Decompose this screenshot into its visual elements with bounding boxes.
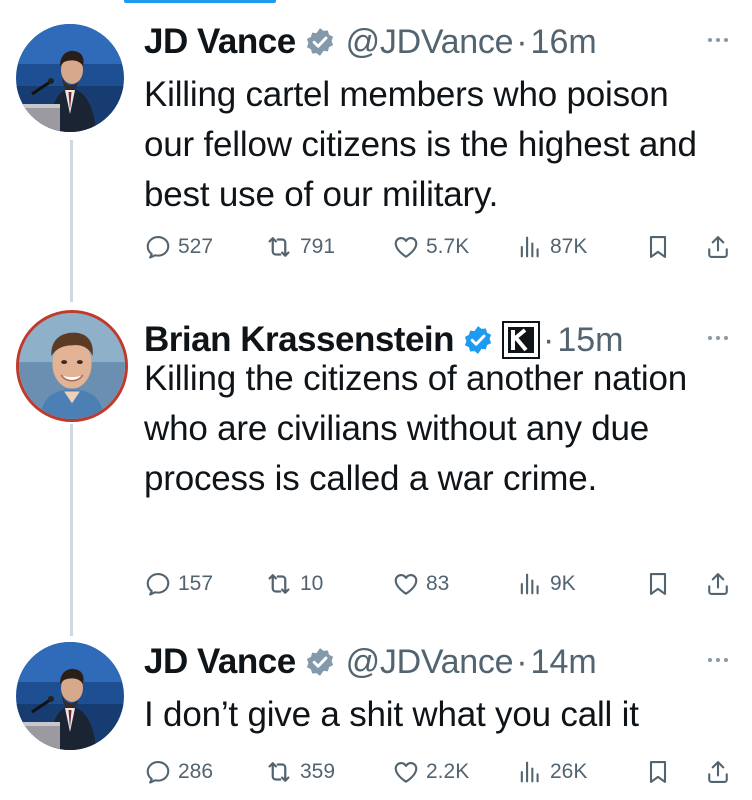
bookmark-icon (644, 758, 672, 786)
share-button[interactable] (704, 566, 732, 602)
reply-count: 286 (178, 760, 214, 783)
avatar-photo (16, 642, 124, 750)
share-icon (704, 758, 732, 786)
share-icon (704, 570, 732, 598)
avatar[interactable] (16, 24, 124, 132)
bookmark-icon (644, 233, 672, 261)
avatar[interactable] (16, 642, 124, 750)
share-button[interactable] (704, 754, 732, 790)
reply-icon (144, 233, 172, 261)
avatar-photo (16, 24, 124, 132)
like-count: 83 (426, 572, 450, 595)
views-icon (516, 233, 544, 261)
tweet[interactable]: Brian Krassenstein · 15m Killing the cit… (0, 298, 752, 618)
tweet-text: I don’t give a shit what you call it (144, 695, 639, 734)
timestamp[interactable]: 14m (531, 643, 597, 682)
reply-button[interactable]: 286 (144, 754, 213, 790)
user-handle[interactable]: @JDVance (346, 643, 514, 682)
reply-count: 157 (178, 572, 214, 595)
more-options-icon[interactable] (704, 20, 732, 60)
tweet-header: JD Vance @JDVance · 14m (144, 638, 732, 686)
timestamp[interactable]: 16m (531, 23, 597, 62)
reply-button[interactable]: 157 (144, 566, 213, 602)
more-options-icon[interactable] (704, 640, 732, 680)
views-count: 9K (550, 572, 576, 595)
repost-count: 10 (300, 572, 324, 595)
repost-button[interactable]: 359 (264, 754, 335, 790)
bookmark-button[interactable] (644, 754, 672, 790)
tweet[interactable]: JD Vance @JDVance · 16m Killing cartel m… (0, 0, 752, 296)
like-button[interactable]: 5.7K (392, 229, 469, 265)
reply-icon (144, 570, 172, 598)
views-icon (516, 758, 544, 786)
repost-icon (264, 757, 294, 787)
tweet-text: Killing cartel members who poison our fe… (144, 75, 697, 214)
verified-badge-icon (462, 324, 494, 356)
bookmark-button[interactable] (644, 229, 672, 265)
separator: · (516, 22, 528, 61)
like-button[interactable]: 83 (392, 566, 449, 602)
avatar-photo (19, 313, 125, 419)
views-count: 87K (550, 235, 588, 258)
views-button[interactable]: 9K (516, 566, 576, 602)
action-bar: 527 791 5.7K 87K (144, 229, 740, 265)
more-options-icon[interactable] (704, 318, 732, 358)
tweet-header: JD Vance @JDVance · 16m (144, 18, 732, 66)
like-icon (392, 758, 420, 786)
repost-icon (264, 569, 294, 599)
action-bar: 157 10 83 9K (144, 566, 740, 602)
verified-badge-icon (304, 646, 336, 678)
reply-count: 527 (178, 235, 214, 258)
views-count: 26K (550, 760, 588, 783)
display-name[interactable]: JD Vance (144, 22, 296, 62)
repost-count: 791 (300, 235, 336, 258)
verified-badge-icon (304, 26, 336, 58)
repost-button[interactable]: 791 (264, 229, 335, 265)
tweet[interactable]: JD Vance @JDVance · 14m I don’t give a s… (0, 620, 752, 800)
reply-icon (144, 758, 172, 786)
share-button[interactable] (704, 229, 732, 265)
action-bar: 286 359 2.2K 26K (144, 754, 740, 790)
like-count: 2.2K (426, 760, 470, 783)
display-name[interactable]: JD Vance (144, 642, 296, 682)
share-icon (704, 233, 732, 261)
avatar[interactable] (16, 310, 128, 422)
views-button[interactable]: 87K (516, 229, 587, 265)
user-handle[interactable]: @JDVance (346, 23, 514, 62)
like-icon (392, 233, 420, 261)
like-count: 5.7K (426, 235, 470, 258)
bookmark-button[interactable] (644, 566, 672, 602)
views-button[interactable]: 26K (516, 754, 587, 790)
bookmark-icon (644, 570, 672, 598)
tweet-text: Killing the citizens of another nation w… (144, 359, 688, 498)
repost-button[interactable]: 10 (264, 566, 323, 602)
like-icon (392, 570, 420, 598)
repost-count: 359 (300, 760, 336, 783)
views-icon (516, 570, 544, 598)
like-button[interactable]: 2.2K (392, 754, 469, 790)
separator: · (516, 642, 528, 681)
repost-icon (264, 232, 294, 262)
reply-button[interactable]: 527 (144, 229, 213, 265)
